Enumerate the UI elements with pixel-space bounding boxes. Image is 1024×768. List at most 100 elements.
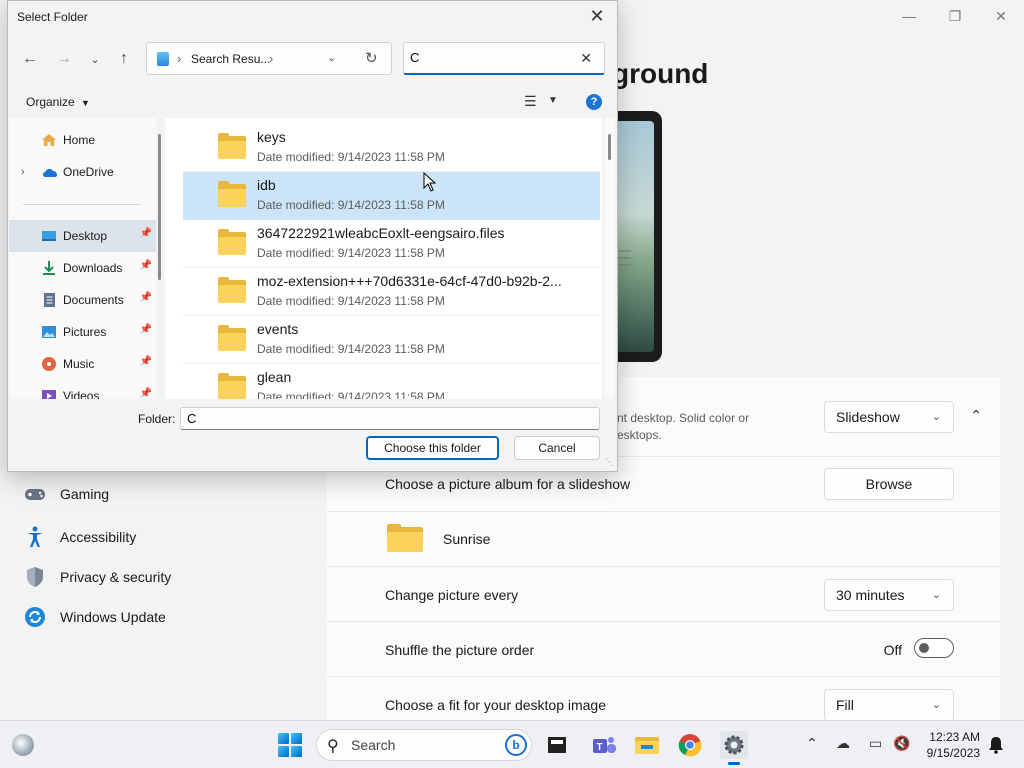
pin-icon[interactable]: 📌 — [140, 388, 152, 399]
accessibility-icon — [24, 526, 46, 548]
pin-icon[interactable]: 📌 — [140, 292, 152, 303]
taskbar: ⚲ Search b T ⌃ ☁ ▭ 🔇 12:23 AM 9/15/2023 — [0, 720, 1024, 768]
tree-item-pictures[interactable]: Pictures 📌 — [9, 316, 156, 348]
search-icon: ⚲ — [327, 738, 339, 755]
teams-button[interactable]: T — [590, 731, 618, 759]
organize-menu[interactable]: Organize ▼ — [26, 95, 90, 109]
system-clock[interactable]: 12:23 AM 9/15/2023 — [927, 729, 980, 761]
pin-icon[interactable]: 📌 — [140, 228, 152, 239]
breadcrumb[interactable]: Search Resu... — [191, 52, 270, 66]
update-icon — [24, 606, 46, 628]
album-name: Sunrise — [443, 531, 491, 547]
folder-date: Date modified: 9/14/2023 11:58 PM — [257, 294, 445, 308]
notification-bell-icon[interactable] — [988, 736, 1004, 757]
view-options-icon[interactable]: ☰ — [524, 93, 537, 110]
dropdown-value: Slideshow — [836, 409, 900, 425]
pin-icon[interactable]: 📌 — [140, 324, 152, 335]
file-list-scrollbar[interactable] — [605, 118, 615, 399]
folder-name: keys — [257, 129, 286, 145]
forward-arrow-icon[interactable]: → — [54, 49, 74, 69]
breadcrumb-chevron-icon[interactable]: › — [177, 51, 181, 66]
back-arrow-icon[interactable]: ← — [20, 49, 40, 69]
nav-item-accessibility[interactable]: Accessibility — [0, 517, 320, 557]
document-icon — [41, 292, 57, 308]
maximize-icon[interactable]: ❐ — [932, 0, 978, 32]
close-icon[interactable]: ✕ — [978, 0, 1024, 32]
pin-icon[interactable]: 📌 — [140, 356, 152, 367]
album-label: Choose a picture album for a slideshow — [385, 476, 631, 492]
expand-chevron-icon[interactable]: › — [21, 166, 35, 178]
folder-icon — [218, 325, 246, 351]
background-description: nt desktop. Solid color or — [617, 411, 750, 425]
folder-item-glean[interactable]: glean Date modified: 9/14/2023 11:58 PM — [183, 364, 600, 399]
refresh-icon[interactable]: ↻ — [365, 49, 378, 67]
caret-down-icon: ▼ — [81, 98, 90, 108]
nav-item-gaming[interactable]: Gaming — [0, 470, 320, 517]
taskbar-search-label: Search — [351, 737, 396, 753]
up-arrow-icon[interactable]: ↑ — [114, 49, 134, 69]
chevron-up-icon[interactable]: ⌃ — [970, 407, 982, 424]
volume-muted-icon[interactable]: 🔇 — [893, 735, 910, 752]
dropdown-value: 30 minutes — [836, 587, 905, 603]
start-button[interactable] — [278, 733, 302, 757]
clock-time: 12:23 AM — [929, 730, 980, 744]
folder-item-events[interactable]: events Date modified: 9/14/2023 11:58 PM — [183, 316, 600, 364]
tree-item-onedrive[interactable]: › OneDrive — [9, 156, 156, 188]
settings-taskbar-button[interactable] — [720, 731, 748, 765]
nav-item-label: Gaming — [60, 485, 110, 502]
search-field[interactable]: ✕ — [403, 42, 605, 75]
pin-icon[interactable]: 📌 — [140, 260, 152, 271]
tree-item-videos[interactable]: Videos 📌 — [9, 380, 156, 399]
dialog-close-icon[interactable]: ✕ — [585, 5, 609, 27]
shuffle-toggle[interactable] — [914, 638, 954, 658]
address-bar[interactable]: › Search Resu... › ⌄ ↻ — [146, 42, 392, 75]
help-icon[interactable]: ? — [586, 94, 602, 110]
folder-icon — [218, 133, 246, 159]
clear-search-icon[interactable]: ✕ — [580, 50, 592, 67]
file-explorer-icon — [635, 737, 659, 754]
background-type-dropdown[interactable]: Slideshow ⌄ — [824, 401, 954, 433]
video-icon — [41, 388, 57, 399]
tree-item-home[interactable]: Home — [9, 124, 156, 156]
folder-item-keys[interactable]: keys Date modified: 9/14/2023 11:58 PM — [183, 124, 600, 172]
gear-icon — [724, 735, 744, 755]
fit-dropdown[interactable]: Fill ⌄ — [824, 689, 954, 721]
choose-folder-button[interactable]: Choose this folder — [366, 436, 499, 460]
folder-input[interactable] — [180, 407, 600, 430]
search-input[interactable] — [410, 50, 570, 65]
caret-down-icon[interactable]: ▼ — [548, 95, 558, 106]
bing-icon[interactable]: b — [505, 734, 527, 756]
nav-item-windows-update[interactable]: Windows Update — [0, 597, 320, 637]
task-view-button[interactable] — [543, 731, 571, 759]
tree-item-documents[interactable]: Documents 📌 — [9, 284, 156, 316]
file-explorer-button[interactable] — [633, 731, 661, 759]
chrome-button[interactable] — [676, 731, 704, 759]
folder-item-files[interactable]: 3647222921wleabcEoxlt-eengsairo.files Da… — [183, 220, 600, 268]
task-view-icon — [548, 737, 566, 753]
minimize-icon[interactable]: — — [886, 0, 932, 32]
navigation-scrollbar[interactable] — [156, 118, 164, 399]
chevron-up-icon[interactable]: ⌃ — [806, 735, 818, 752]
cancel-button[interactable]: Cancel — [514, 436, 600, 460]
browse-button[interactable]: Browse — [824, 468, 954, 500]
recent-locations-chevron-icon[interactable]: ⌄ — [85, 49, 105, 69]
folder-item-moz-extension[interactable]: moz-extension+++70d6331e-64cf-47d0-b92b-… — [183, 268, 600, 316]
folder-name: glean — [257, 369, 292, 385]
folder-item-idb[interactable]: idb Date modified: 9/14/2023 11:58 PM — [183, 172, 600, 220]
cloud-status-icon[interactable]: ☁ — [836, 735, 850, 752]
tree-item-downloads[interactable]: Downloads 📌 — [9, 252, 156, 284]
tree-item-music[interactable]: Music 📌 — [9, 348, 156, 380]
change-picture-row: Change picture every 30 minutes ⌄ — [327, 567, 1000, 622]
change-every-dropdown[interactable]: 30 minutes ⌄ — [824, 579, 954, 611]
gamepad-icon — [24, 483, 46, 505]
display-icon[interactable]: ▭ — [869, 735, 882, 752]
resize-grip-icon[interactable]: ⋱ — [605, 457, 614, 468]
page-title: ground — [612, 58, 709, 89]
tree-item-desktop[interactable]: Desktop 📌 — [9, 220, 156, 252]
taskbar-search[interactable]: ⚲ Search b — [316, 729, 532, 761]
weather-icon[interactable] — [12, 734, 34, 756]
nav-item-privacy[interactable]: Privacy & security — [0, 557, 320, 597]
address-dropdown-icon[interactable]: ⌄ — [327, 51, 336, 64]
folder-label: Folder: — [138, 412, 176, 426]
breadcrumb-chevron-icon[interactable]: › — [269, 51, 273, 66]
